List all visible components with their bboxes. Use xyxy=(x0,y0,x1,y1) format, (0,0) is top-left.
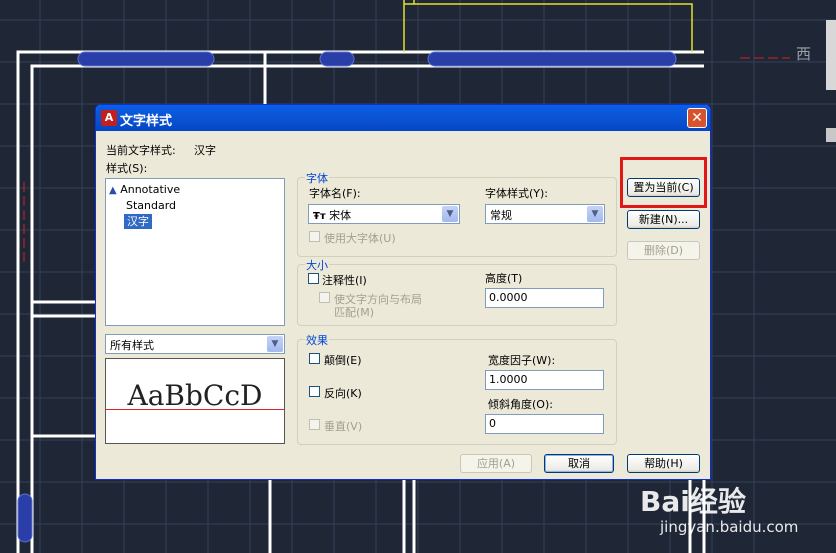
text-style-dialog: A 文字样式 ✕ 当前文字样式: 汉字 样式(S): ▲ Annotative … xyxy=(95,104,711,480)
close-icon: ✕ xyxy=(691,110,703,126)
font-style-label: 字体样式(Y): xyxy=(485,187,549,200)
autocad-app-icon: A xyxy=(101,110,117,126)
dialog-title: 文字样式 xyxy=(120,114,173,129)
dialog-titlebar[interactable]: A 文字样式 ✕ xyxy=(96,105,710,131)
annotative-label: 注释性(I) xyxy=(322,274,367,287)
list-item-selected[interactable]: 汉字 xyxy=(124,214,152,229)
style-filter-value: 所有样式 xyxy=(110,339,154,352)
new-style-button[interactable]: 新建(N)... xyxy=(627,210,700,229)
match-layout-checkbox[interactable] xyxy=(319,292,330,303)
oblique-angle-label: 倾斜角度(O): xyxy=(488,398,553,411)
font-group-title: 字体 xyxy=(305,170,329,186)
chevron-down-icon[interactable]: ▼ xyxy=(587,206,603,222)
effects-group-title: 效果 xyxy=(305,332,329,348)
oblique-angle-input[interactable]: 0 xyxy=(485,414,604,434)
chevron-down-icon[interactable]: ▼ xyxy=(267,336,283,352)
backwards-checkbox[interactable] xyxy=(309,386,320,397)
height-label: 高度(T) xyxy=(485,272,523,285)
annotative-checkbox[interactable] xyxy=(308,273,319,284)
big-font-checkbox[interactable] xyxy=(309,231,320,242)
height-input[interactable]: 0.0000 xyxy=(485,288,604,308)
delete-style-button[interactable]: 删除(D) xyxy=(627,241,700,260)
preview-text: AaBbCcD xyxy=(127,379,263,412)
font-name-select[interactable]: Ŧт 宋体 ▼ xyxy=(308,204,460,224)
watermark-logo: Bai经验 xyxy=(640,485,746,518)
vertical-label: 垂直(V) xyxy=(324,420,363,433)
close-button[interactable]: ✕ xyxy=(687,108,707,128)
current-style-value: 汉字 xyxy=(194,144,216,157)
match-layout-label-line2: 匹配(M) xyxy=(334,306,375,319)
size-group-title: 大小 xyxy=(305,257,329,273)
font-style-select[interactable]: 常规 ▼ xyxy=(485,204,605,224)
width-factor-input[interactable]: 1.0000 xyxy=(485,370,604,390)
highlight-box xyxy=(620,157,707,208)
font-name-label: 字体名(F): xyxy=(309,187,361,200)
font-style-value: 常规 xyxy=(490,209,512,222)
upside-down-label: 颠倒(E) xyxy=(324,354,362,367)
width-factor-label: 宽度因子(W): xyxy=(488,354,556,367)
text-preview: AaBbCcD xyxy=(105,358,285,444)
watermark-url: jingyan.baidu.com xyxy=(660,518,799,536)
annotative-icon: ▲ xyxy=(109,185,117,196)
styles-list[interactable]: ▲ Annotative Standard 汉字 xyxy=(105,178,285,326)
help-button[interactable]: 帮助(H) xyxy=(627,454,700,473)
list-item[interactable]: ▲ Annotative xyxy=(109,182,180,197)
list-item[interactable]: Standard xyxy=(126,198,176,213)
styles-label: 样式(S): xyxy=(106,162,148,175)
vertical-checkbox[interactable] xyxy=(309,419,320,430)
big-font-label: 使用大字体(U) xyxy=(324,232,396,245)
cancel-button[interactable]: 取消 xyxy=(544,454,614,473)
current-style-label: 当前文字样式: xyxy=(106,144,176,157)
truetype-font-icon: Ŧт xyxy=(313,211,326,222)
apply-button[interactable]: 应用(A) xyxy=(460,454,532,473)
chevron-down-icon[interactable]: ▼ xyxy=(442,206,458,222)
backwards-label: 反向(K) xyxy=(324,387,362,400)
compass-west-label: 西 xyxy=(796,45,812,63)
upside-down-checkbox[interactable] xyxy=(309,353,320,364)
style-filter-select[interactable]: 所有样式 ▼ xyxy=(105,334,285,354)
